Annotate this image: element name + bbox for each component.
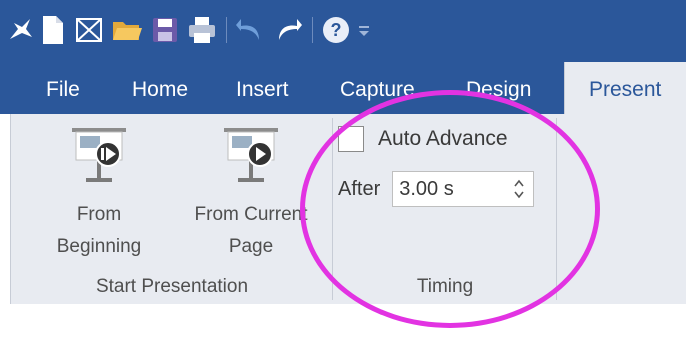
group-separator <box>332 118 333 300</box>
help-icon[interactable]: ? <box>320 11 352 49</box>
spin-up-icon[interactable] <box>514 179 524 187</box>
after-duration-value[interactable]: 3.00 s <box>399 172 453 206</box>
tab-capture[interactable]: Capture <box>340 62 415 114</box>
spinner-arrows[interactable] <box>513 175 525 203</box>
application-window: ? File Home Insert Capture Design Presen… <box>0 0 686 338</box>
after-duration-spinner[interactable]: 3.00 s <box>392 171 535 207</box>
auto-advance-row: Auto Advance <box>338 122 508 156</box>
toolbar-separator <box>312 17 313 43</box>
presentation-screen-play-icon <box>218 124 284 193</box>
from-beginning-label-line2: Beginning <box>56 236 142 257</box>
group-separator <box>556 118 557 300</box>
toolbar-separator <box>226 17 227 43</box>
timing-group-label: Timing <box>416 276 474 297</box>
from-current-page-button[interactable]: From Current Page <box>176 122 326 272</box>
presentation-screen-play-icon <box>66 124 132 193</box>
template-icon[interactable] <box>74 11 104 49</box>
new-document-icon[interactable] <box>40 11 66 49</box>
redo-icon[interactable] <box>274 11 304 49</box>
from-current-page-label-line1: From Current <box>194 204 308 225</box>
customize-toolbar-icon[interactable] <box>356 11 372 49</box>
help-glyph: ? <box>331 20 342 40</box>
from-current-page-label-line2: Page <box>228 236 274 257</box>
spin-down-icon[interactable] <box>514 191 524 199</box>
from-beginning-button[interactable]: From Beginning <box>36 122 162 272</box>
start-presentation-group-label: Start Presentation <box>95 276 249 297</box>
auto-advance-label[interactable]: Auto Advance <box>378 127 508 151</box>
tab-file[interactable]: File <box>46 62 80 114</box>
print-icon[interactable] <box>186 11 218 49</box>
tab-home[interactable]: Home <box>132 62 188 114</box>
tab-present[interactable]: Present <box>564 62 686 114</box>
auto-advance-checkbox[interactable] <box>338 126 364 152</box>
undo-icon[interactable] <box>234 11 264 49</box>
save-icon[interactable] <box>150 11 180 49</box>
ribbon-tab-bar: File Home Insert Capture Design Present <box>0 62 686 114</box>
from-beginning-label-line1: From <box>76 204 122 225</box>
after-label: After <box>338 177 381 200</box>
open-folder-icon[interactable] <box>110 11 144 49</box>
tab-design[interactable]: Design <box>466 62 531 114</box>
app-logo-icon[interactable] <box>6 11 36 49</box>
after-row: After 3.00 s <box>338 170 535 208</box>
quick-access-toolbar: ? <box>0 0 686 62</box>
tab-insert[interactable]: Insert <box>236 62 289 114</box>
